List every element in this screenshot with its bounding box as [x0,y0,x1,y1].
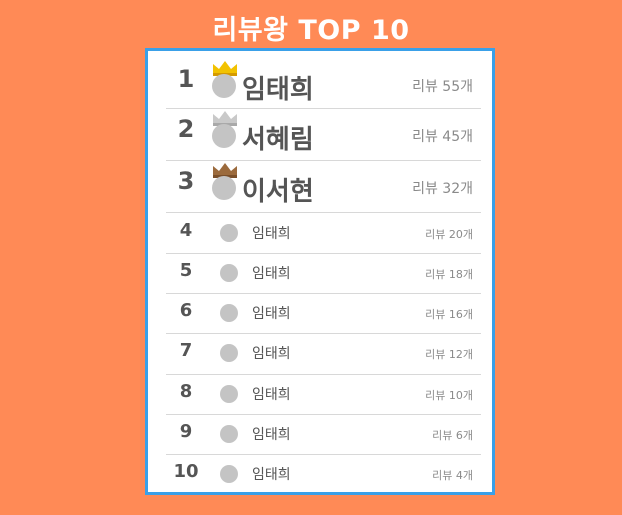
avatar [220,264,238,282]
avatar [212,124,236,148]
reviewer-name: 임태희 [252,266,291,282]
reviewer-name: 이서현 [242,177,314,207]
rank-number: 3 [177,167,195,195]
leaderboard-row-10[interactable]: 10 임태희 리뷰 4개 [166,455,481,491]
review-count: 리뷰 10개 [425,389,473,402]
avatar [212,176,236,200]
rank-number: 9 [179,421,193,442]
reviewer-name: 임태희 [242,75,314,105]
review-count: 리뷰 12개 [425,348,473,361]
reviewer-name: 서혜림 [242,125,314,155]
reviewer-name: 임태희 [252,387,291,403]
avatar [220,224,238,242]
rank-number: 5 [179,260,193,281]
reviewer-name: 임태희 [252,346,291,362]
review-count: 리뷰 55개 [412,79,473,95]
leaderboard-panel: 1 임태희 리뷰 55개 2 서혜림 리뷰 45개 3 이서현 리뷰 32개 4 [145,48,495,495]
reviewer-name: 임태희 [252,427,291,443]
rank-number: 8 [179,381,193,402]
avatar [220,344,238,362]
avatar [220,304,238,322]
avatar [212,74,236,98]
leaderboard-row-8[interactable]: 8 임태희 리뷰 10개 [166,375,481,415]
rank-number: 1 [177,65,195,93]
leaderboard-row-1[interactable]: 1 임태희 리뷰 55개 [166,59,481,109]
rank-number: 7 [179,340,193,361]
reviewer-name: 임태희 [252,306,291,322]
review-count: 리뷰 20개 [425,228,473,241]
review-count: 리뷰 4개 [432,469,473,482]
rank-number: 10 [173,461,199,482]
leaderboard-row-9[interactable]: 9 임태희 리뷰 6개 [166,415,481,455]
reviewer-name: 임태희 [252,467,291,483]
leaderboard-row-7[interactable]: 7 임태희 리뷰 12개 [166,334,481,375]
leaderboard-row-4[interactable]: 4 임태희 리뷰 20개 [166,214,481,254]
leaderboard-row-2[interactable]: 2 서혜림 리뷰 45개 [166,109,481,161]
review-count: 리뷰 32개 [412,181,473,197]
avatar [220,385,238,403]
avatar [220,425,238,443]
review-count: 리뷰 16개 [425,308,473,321]
rank-number: 2 [177,115,195,143]
leaderboard-row-5[interactable]: 5 임태희 리뷰 18개 [166,254,481,294]
rank-number: 4 [179,220,193,241]
leaderboard-row-6[interactable]: 6 임태희 리뷰 16개 [166,294,481,334]
review-count: 리뷰 45개 [412,129,473,145]
avatar [220,465,238,483]
page-title: 리뷰왕 TOP 10 [212,15,410,46]
leaderboard-row-3[interactable]: 3 이서현 리뷰 32개 [166,161,481,213]
review-count: 리뷰 6개 [432,429,473,442]
reviewer-name: 임태희 [252,226,291,242]
review-count: 리뷰 18개 [425,268,473,281]
rank-number: 6 [179,300,193,321]
